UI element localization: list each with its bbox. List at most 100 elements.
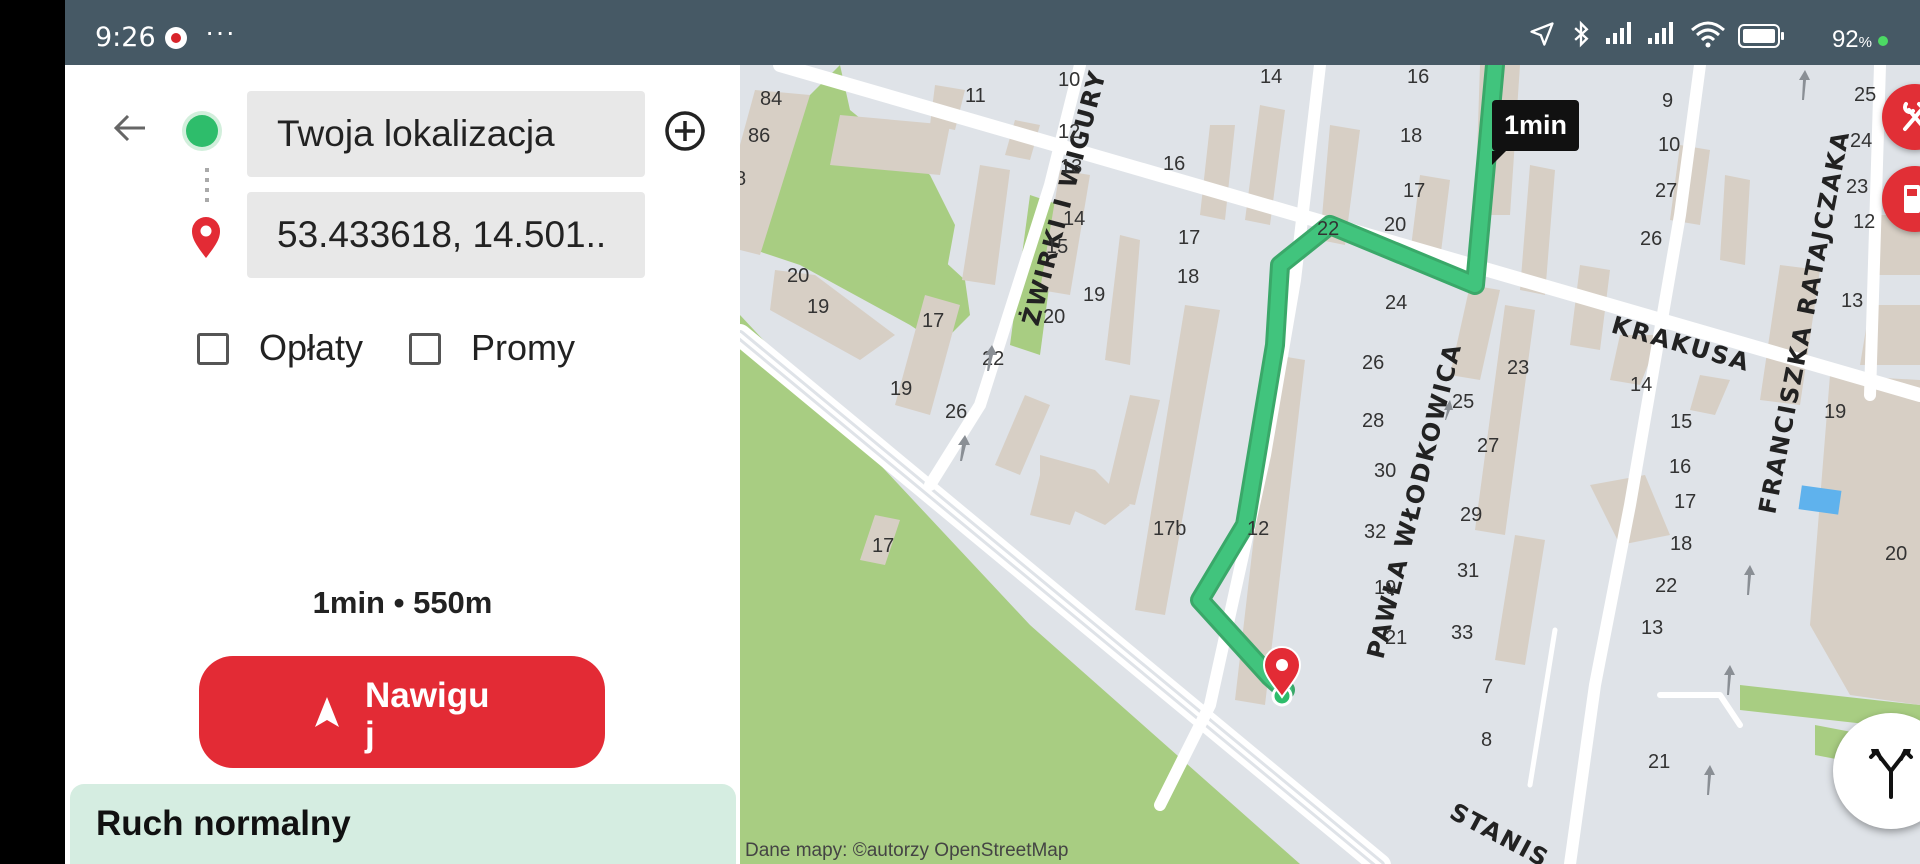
house-number: 8 (740, 168, 746, 190)
traffic-status: Ruch normalny (70, 784, 736, 864)
house-number: 18 (1177, 266, 1199, 288)
house-number: 19 (1374, 577, 1396, 599)
navigate-button[interactable]: Nawigu j (199, 656, 605, 768)
house-number: 10 (1058, 69, 1080, 91)
origin-field[interactable]: Twoja lokalizacja (247, 91, 645, 177)
house-number: 29 (1460, 504, 1482, 526)
destination-pin-icon (192, 217, 220, 258)
house-number: 17b (1153, 518, 1186, 540)
house-number: 30 (1374, 460, 1396, 482)
map-view[interactable]: ŻWIRKI I WIGURY KRAKUSA PAWŁA WŁODKOWICA… (740, 65, 1920, 864)
house-number: 17 (1178, 227, 1200, 249)
house-number: 86 (748, 125, 770, 147)
house-number: 15 (1046, 236, 1068, 258)
house-number: 22 (1317, 218, 1339, 240)
destination-pin-dot (1276, 659, 1288, 671)
house-number: 11 (965, 85, 986, 107)
house-number: 16 (1163, 153, 1185, 175)
house-number: 19 (807, 296, 829, 318)
house-number: 24 (1850, 130, 1872, 152)
house-number: 26 (1640, 228, 1662, 250)
house-number: 23 (1507, 357, 1529, 379)
house-number: 12 (1247, 518, 1269, 540)
house-number: 19 (1083, 284, 1105, 306)
house-number: 21 (1385, 627, 1407, 649)
status-icons: 92% (1500, 0, 1920, 65)
house-number: 12 (1058, 121, 1080, 143)
destination-field[interactable]: 53.433618, 14.501.. (247, 192, 645, 278)
house-number: 14 (1063, 208, 1085, 230)
fuel-icon (1904, 185, 1920, 213)
location-arrow-icon (1530, 22, 1554, 46)
signal-icon (1648, 22, 1673, 44)
navigation-arrow-icon (315, 697, 339, 727)
house-number: 10 (1658, 134, 1680, 156)
house-number: 26 (1362, 352, 1384, 374)
fuel-stations-button[interactable] (1882, 166, 1920, 232)
map-canvas: ŻWIRKI I WIGURY KRAKUSA PAWŁA WŁODKOWICA… (740, 65, 1920, 864)
house-number: 16 (1669, 456, 1691, 478)
house-number: 17 (1674, 491, 1696, 513)
house-number: 24 (1385, 292, 1407, 314)
house-number: 20 (1885, 543, 1907, 565)
house-number: 9 (1662, 90, 1673, 112)
house-number: 25 (1452, 391, 1474, 413)
house-number: 14 (1630, 374, 1652, 396)
house-number: 18 (1670, 533, 1692, 555)
origin-marker (186, 115, 218, 147)
house-number: 13 (1641, 617, 1663, 639)
house-number: 20 (1043, 306, 1065, 328)
back-arrow-icon (113, 114, 145, 142)
app-notification-icon (165, 27, 187, 49)
route-planner-panel: Twoja lokalizacja 53.433618, 14.501.. Op… (65, 65, 740, 864)
status-bar: 9:26 ··· 92% (65, 0, 1920, 65)
house-number: 19 (890, 378, 912, 400)
house-number: 7 (1482, 676, 1493, 698)
back-button[interactable] (113, 113, 147, 152)
battery-percent: 92% (1831, 26, 1872, 53)
house-number: 22 (1655, 575, 1677, 597)
route-alternatives-button[interactable] (1833, 713, 1920, 829)
add-waypoint-icon[interactable] (665, 111, 705, 151)
bluetooth-icon (1574, 20, 1589, 48)
house-number: 27 (1477, 435, 1499, 457)
house-number: 33 (1451, 622, 1473, 644)
house-number: 17 (922, 310, 944, 332)
tolls-checkbox[interactable] (197, 333, 229, 365)
signal-icon (1606, 22, 1631, 44)
house-number: 28 (1362, 410, 1384, 432)
house-number: 17 (872, 535, 894, 557)
house-number: 13 (1060, 156, 1082, 178)
navigate-label: Nawigu j (365, 676, 490, 754)
phone-screen: 9:26 ··· 92% Twoja lokalizacja 53.433618… (65, 0, 1920, 864)
ferries-checkbox[interactable] (409, 333, 441, 365)
house-number: 8 (1481, 729, 1492, 751)
map-attribution: Dane mapy: ©autorzy OpenStreetMap (745, 840, 1069, 861)
house-number: 13 (1841, 290, 1863, 312)
status-time: 9:26 (95, 22, 156, 53)
house-number: 20 (787, 265, 809, 287)
house-number: 32 (1364, 521, 1386, 543)
house-number: 15 (1670, 411, 1692, 433)
house-number: 14 (1260, 66, 1282, 88)
house-number: 16 (1407, 66, 1429, 88)
house-number: 84 (760, 88, 782, 110)
tolls-label: Opłaty (259, 327, 364, 368)
house-number: 12 (1853, 211, 1875, 233)
house-number: 21 (1648, 751, 1670, 773)
house-number: 31 (1457, 560, 1479, 582)
route-alternatives-icon (1869, 749, 1913, 799)
house-number: 26 (945, 401, 967, 423)
restaurants-button[interactable] (1882, 84, 1920, 150)
eta-bubble: 1min (1492, 100, 1580, 165)
house-number: 17 (1403, 180, 1425, 202)
house-number: 25 (1854, 84, 1876, 106)
wifi-icon (1691, 21, 1725, 48)
house-number: 18 (1400, 125, 1422, 147)
route-summary: 1min • 550m (312, 585, 493, 620)
ferries-label: Promy (471, 327, 576, 368)
house-number: 27 (1655, 180, 1677, 202)
house-number: 23 (1846, 176, 1868, 198)
restaurant-icon (1903, 102, 1920, 131)
house-number: 20 (1384, 214, 1406, 236)
